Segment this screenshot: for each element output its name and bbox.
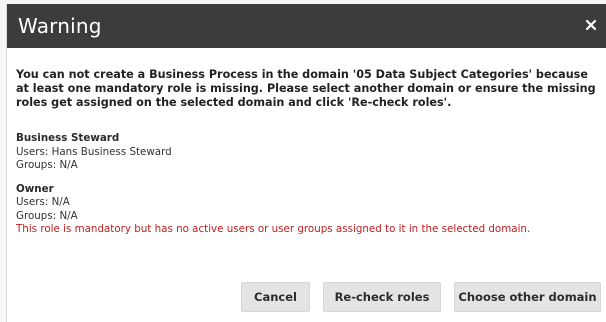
role-groups: Groups: N/A — [16, 209, 78, 222]
dialog-buttons: Cancel Re-check roles Choose other domai… — [241, 282, 601, 312]
role-owner: Owner Users: N/A Groups: N/A This role i… — [16, 183, 596, 237]
role-error-message: This role is mandatory but has no active… — [16, 223, 531, 235]
dialog-titlebar: Warning — [7, 4, 606, 48]
role-users: Users: Hans Business Steward — [16, 145, 172, 158]
recheck-roles-button[interactable]: Re-check roles — [323, 282, 441, 312]
role-name: Owner — [16, 182, 54, 195]
close-icon[interactable] — [584, 18, 598, 32]
dialog-title: Warning — [18, 14, 102, 38]
role-name: Business Steward — [16, 132, 120, 144]
cancel-button[interactable]: Cancel — [241, 282, 310, 312]
role-business-steward: Business Steward Users: Hans Business St… — [16, 132, 596, 173]
role-users: Users: N/A — [16, 196, 70, 208]
choose-other-domain-button[interactable]: Choose other domain — [454, 282, 601, 312]
warning-message: You can not create a Business Process in… — [16, 68, 596, 109]
warning-dialog: Warning You can not create a Business Pr… — [6, 4, 606, 322]
dialog-content: You can not create a Business Process in… — [16, 68, 596, 237]
role-groups: Groups: N/A — [16, 159, 78, 171]
